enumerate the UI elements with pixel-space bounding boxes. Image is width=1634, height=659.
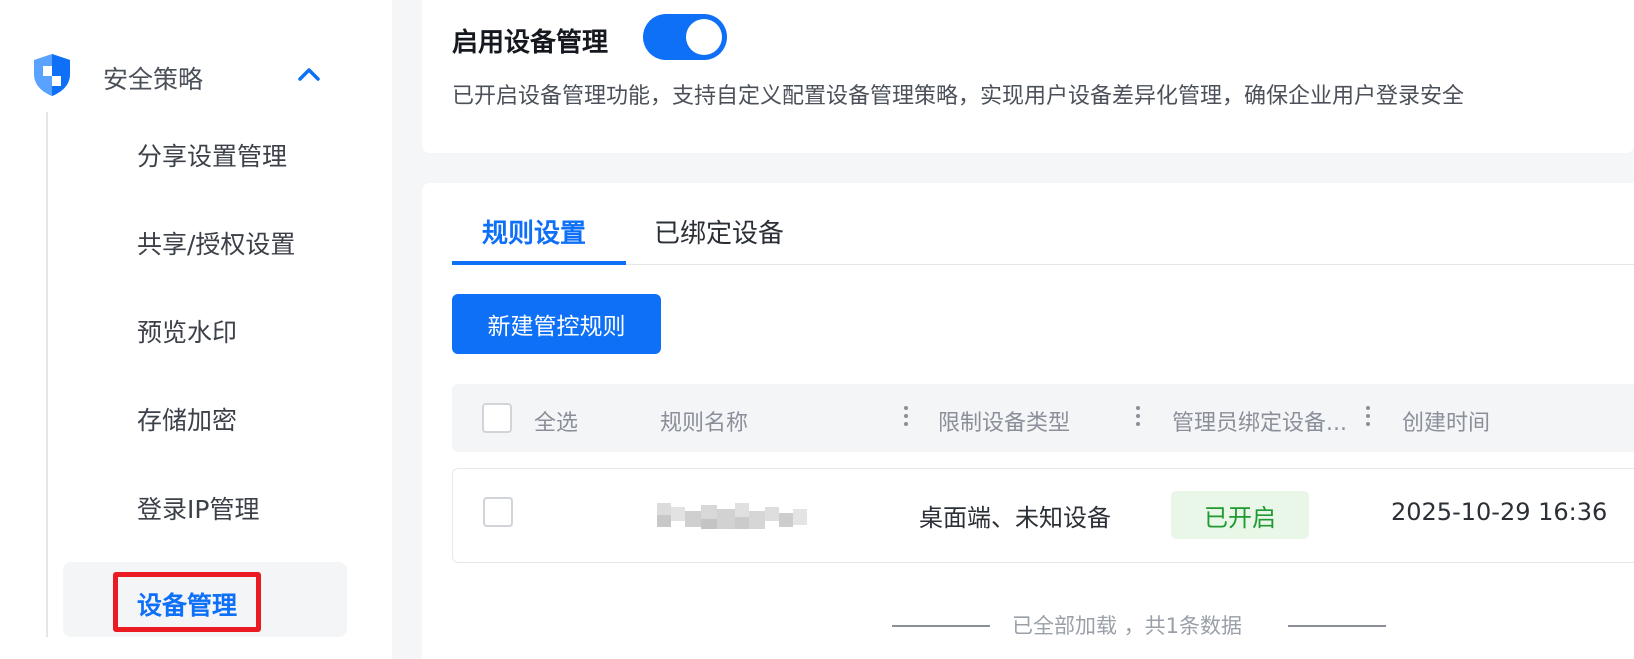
column-device-type: 限制设备类型 (938, 411, 1071, 436)
footer-divider-left (892, 625, 990, 627)
row-checkbox[interactable] (483, 497, 513, 527)
tab-bound-devices[interactable]: 已绑定设备 (654, 213, 784, 250)
table-row[interactable]: 桌面端、未知设备 已开启 2025-10-29 16:36 (452, 468, 1634, 563)
sidebar-item-sharing-authorization[interactable]: 共享/授权设置 (137, 225, 295, 261)
cell-created-at: 2025-10-29 16:36 (1391, 498, 1608, 526)
tab-rule-settings[interactable]: 规则设置 (482, 213, 586, 250)
table-header: 全选 规则名称 限制设备类型 管理员绑定设备... 创建时间 (452, 384, 1634, 452)
tab-bar: 规则设置 已绑定设备 (452, 213, 1634, 265)
tab-active-indicator (452, 261, 626, 265)
sidebar-group-label: 安全策略 (103, 65, 204, 94)
sidebar-group-security-policy[interactable]: 安全策略 (0, 38, 392, 112)
sidebar-item-preview-watermark[interactable]: 预览水印 (137, 313, 237, 349)
column-rule-name: 规则名称 (660, 411, 749, 436)
rule-name-redacted (657, 503, 807, 529)
chevron-up-icon[interactable] (295, 62, 323, 86)
tree-connector-line (46, 112, 48, 637)
rules-card: 规则设置 已绑定设备 新建管控规则 全选 规则名称 限制设备类型 管理员绑定设备… (422, 183, 1634, 659)
column-resize-handle[interactable] (1136, 406, 1140, 430)
footer-divider-right (1288, 625, 1386, 627)
column-select-all[interactable]: 全选 (534, 405, 578, 437)
device-management-toggle[interactable] (643, 14, 727, 60)
sidebar: 安全策略 分享设置管理 共享/授权设置 预览水印 存储加密 登录IP管理 设备管… (0, 0, 392, 659)
column-resize-handle[interactable] (904, 406, 908, 430)
column-admin-bind-device: 管理员绑定设备... (1172, 411, 1347, 436)
sidebar-item-storage-encryption[interactable]: 存储加密 (137, 401, 237, 437)
sidebar-item-share-settings[interactable]: 分享设置管理 (137, 137, 287, 173)
sidebar-item-login-ip[interactable]: 登录IP管理 (137, 490, 259, 526)
device-management-toggle-card: 启用设备管理 已开启设备管理功能，支持自定义配置设备管理策略，实现用户设备差异化… (422, 0, 1634, 153)
list-footer-text: 已全部加载 ，共1条数据 (1012, 614, 1243, 638)
cell-device-type: 桌面端、未知设备 (919, 504, 1111, 532)
select-all-checkbox[interactable] (482, 403, 512, 433)
shield-icon (34, 54, 70, 96)
new-control-rule-button[interactable]: 新建管控规则 (452, 294, 661, 354)
column-created-at: 创建时间 (1402, 411, 1491, 436)
column-resize-handle[interactable] (1366, 406, 1370, 430)
status-badge: 已开启 (1171, 491, 1309, 539)
highlight-annotation-box (113, 572, 261, 632)
toggle-knob (686, 19, 722, 55)
toggle-description: 已开启设备管理功能，支持自定义配置设备管理策略，实现用户设备差异化管理，确保企业… (452, 84, 1465, 109)
toggle-title: 启用设备管理 (452, 28, 609, 58)
